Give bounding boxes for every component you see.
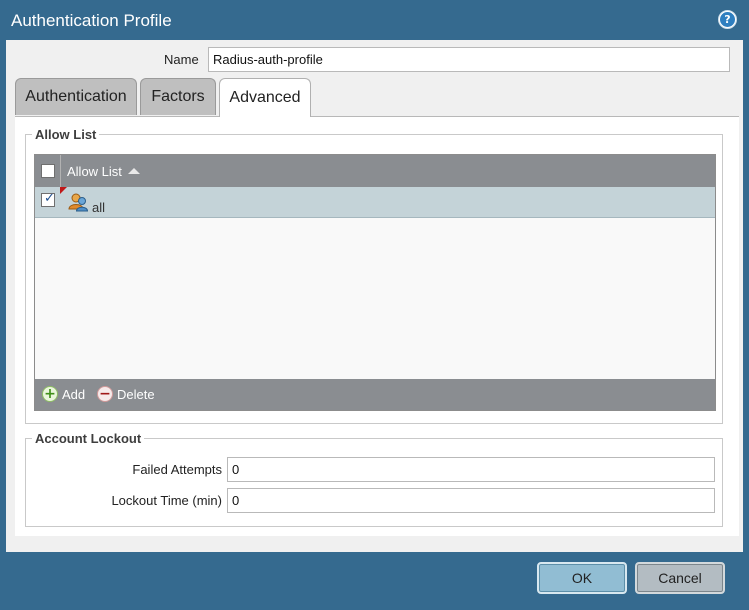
name-input[interactable] <box>208 47 730 72</box>
sort-ascending-icon[interactable] <box>128 168 140 174</box>
delete-button[interactable]: − Delete <box>97 386 155 402</box>
row-label: all <box>92 200 106 215</box>
column-header-allow-list[interactable]: Allow List <box>67 164 122 179</box>
user-group-icon <box>68 193 88 212</box>
add-button[interactable]: + Add <box>42 386 85 402</box>
tab-authentication[interactable]: Authentication <box>15 78 137 115</box>
grid-header: Allow List <box>35 155 715 187</box>
tab-advanced[interactable]: Advanced <box>219 78 311 117</box>
account-lockout-group <box>25 438 723 527</box>
table-row[interactable]: ✓ all <box>35 187 715 218</box>
add-button-label: Add <box>62 386 86 402</box>
grid-footer: + Add − Delete <box>35 379 715 410</box>
plus-icon: + <box>42 386 58 402</box>
ok-button[interactable]: OK <box>537 562 627 594</box>
account-lockout-group-title: Account Lockout <box>32 431 145 446</box>
lockout-time-input[interactable] <box>227 488 715 513</box>
failed-attempts-label: Failed Attempts <box>132 462 222 477</box>
dialog-titlebar: Authentication Profile ? <box>0 0 749 40</box>
allow-list-group-title: Allow List <box>32 127 100 142</box>
row-checkbox[interactable]: ✓ <box>41 191 55 207</box>
cancel-button[interactable]: Cancel <box>635 562 725 594</box>
allow-list-grid: Allow List ✓ all + Add − Delete <box>34 154 716 411</box>
minus-icon: − <box>97 386 113 402</box>
modified-flag-icon <box>60 187 67 194</box>
lockout-time-label: Lockout Time (min) <box>111 493 222 508</box>
dialog-title: Authentication Profile <box>11 11 172 30</box>
failed-attempts-input[interactable] <box>227 457 715 482</box>
question-mark-icon: ? <box>720 12 735 27</box>
name-label: Name <box>164 52 199 67</box>
select-all-checkbox[interactable] <box>41 164 55 178</box>
tab-factors[interactable]: Factors <box>140 78 216 115</box>
help-icon[interactable]: ? <box>718 10 737 29</box>
delete-button-label: Delete <box>117 386 155 402</box>
checkmark-icon: ✓ <box>44 191 55 206</box>
